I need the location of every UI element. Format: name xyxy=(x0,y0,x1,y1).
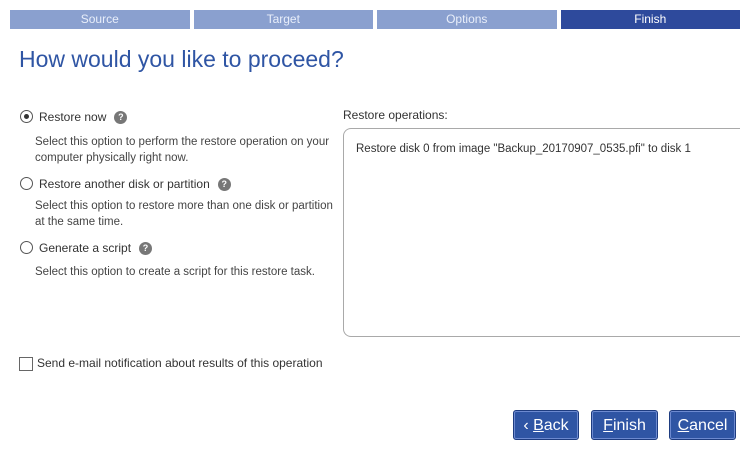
option-generate-script-label: Generate a script xyxy=(39,241,132,255)
step-target: Target xyxy=(193,10,373,29)
radio-restore-now[interactable] xyxy=(20,110,33,123)
restore-operations-list: Restore disk 0 from image "Backup_201709… xyxy=(343,128,740,337)
step-finish: Finish xyxy=(560,10,740,29)
cancel-mnemonic: C xyxy=(677,417,690,434)
finish-mnemonic: F xyxy=(603,417,613,434)
cancel-label-rest: ancel xyxy=(689,417,728,434)
help-icon[interactable]: ? xyxy=(139,242,153,256)
option-generate-script-desc: Select this option to create a script fo… xyxy=(35,266,315,278)
restore-operations-label: Restore operations: xyxy=(343,108,448,122)
step-options: Options xyxy=(377,10,557,29)
option-restore-now-label: Restore now xyxy=(39,110,107,124)
finish-button[interactable]: Finish xyxy=(591,410,658,440)
email-notification-checkbox[interactable] xyxy=(19,357,33,371)
back-chevron-icon: ‹ xyxy=(523,417,534,434)
radio-restore-another[interactable] xyxy=(20,177,33,190)
option-restore-now-desc: Select this option to perform the restor… xyxy=(35,136,330,164)
help-icon[interactable]: ? xyxy=(217,178,231,192)
email-notification-label[interactable]: Send e-mail notification about results o… xyxy=(37,356,323,370)
cancel-button[interactable]: Cancel xyxy=(669,410,736,440)
back-button[interactable]: ‹ Back xyxy=(513,410,579,440)
wizard-steps: Source Target Options Finish xyxy=(10,10,740,29)
help-icon[interactable]: ? xyxy=(114,111,128,125)
restore-operation-item: Restore disk 0 from image "Backup_201709… xyxy=(356,143,691,155)
back-mnemonic: B xyxy=(533,417,544,434)
finish-label-rest: inish xyxy=(612,417,646,434)
option-restore-another-label: Restore another disk or partition xyxy=(39,177,210,191)
step-source: Source xyxy=(10,10,190,29)
option-restore-another-desc: Select this option to restore more than … xyxy=(35,200,333,228)
radio-generate-script[interactable] xyxy=(20,241,33,254)
page-title: How would you like to proceed? xyxy=(19,46,344,72)
back-label-rest: ack xyxy=(543,417,569,434)
